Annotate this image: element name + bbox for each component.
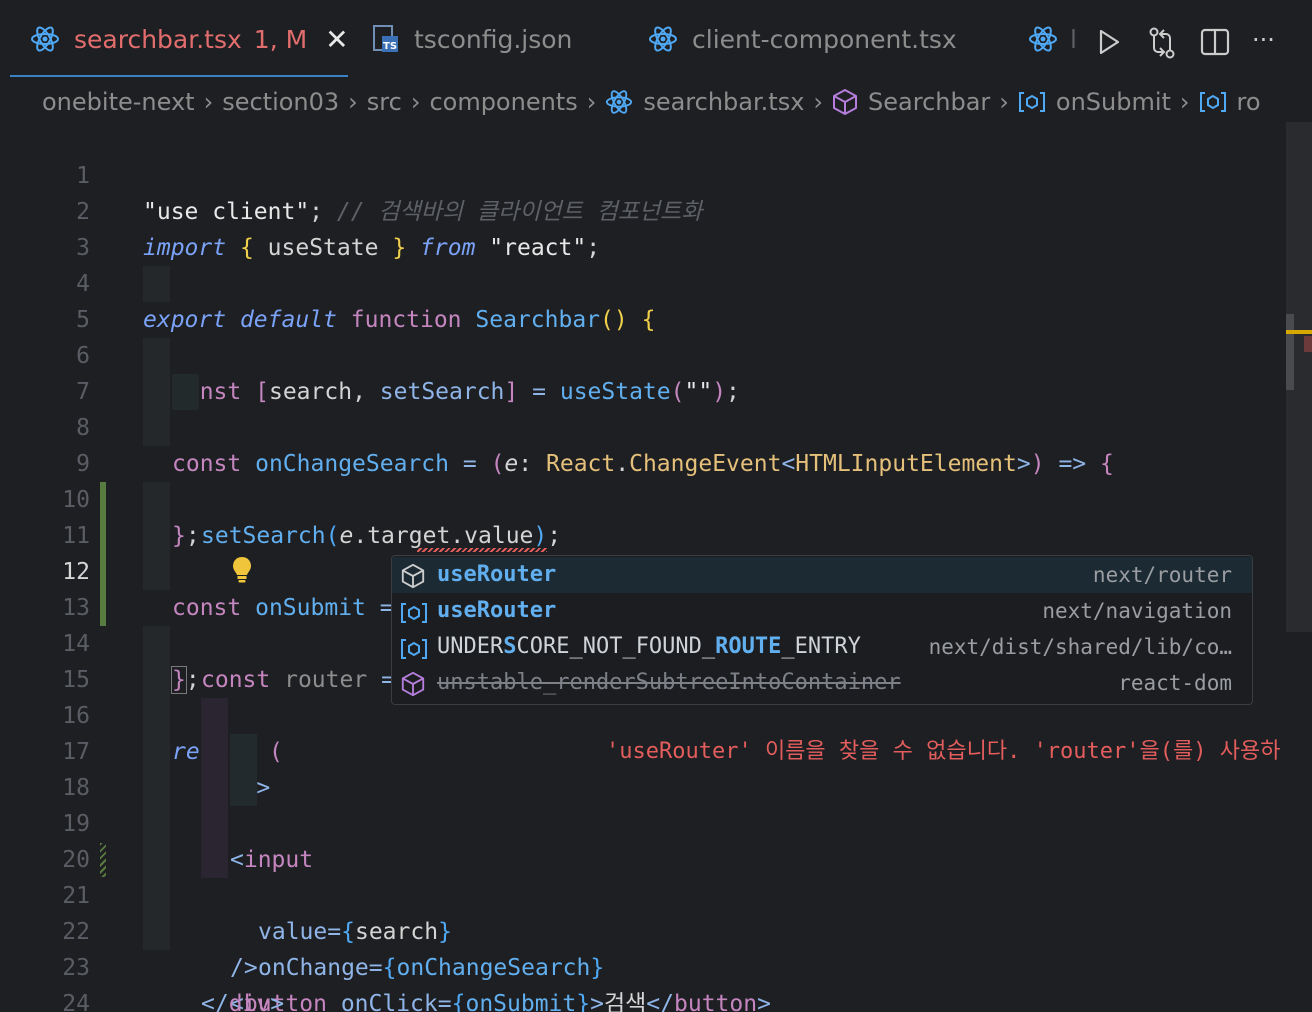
code-line: 4 export default function Searchbar() {: [0, 230, 1284, 333]
suggestion-source: react-dom: [1118, 671, 1232, 695]
suggestion-label: useRouter: [437, 562, 557, 587]
suggestion-item[interactable]: UNDERSCORE_NOT_FOUND_ROUTE_ENTRY next/di…: [392, 629, 1252, 665]
react-icon: [605, 88, 633, 116]
code-line: 22 </div>: [0, 878, 1284, 1012]
code-line: 19 onChange={onChangeSearch}: [0, 770, 1284, 981]
chevron-right-icon: ›: [999, 88, 1009, 116]
suggestion-label: unstable_renderSubtreeIntoContainer: [437, 670, 901, 695]
breadcrumb-item[interactable]: components: [429, 88, 577, 116]
close-icon[interactable]: ✕: [325, 23, 348, 56]
chevron-right-icon: ›: [203, 88, 214, 116]
tab-client-component[interactable]: client-component.tsx: [648, 0, 957, 78]
warning-marker: [1286, 330, 1312, 334]
code-line: 10: [0, 446, 1284, 513]
suggestion-source: next/navigation: [1042, 599, 1232, 623]
breadcrumb-item[interactable]: onSubmit: [1056, 88, 1171, 116]
autocomplete-suggestions: useRouter next/router useRouter next/nav…: [391, 555, 1253, 705]
breadcrumb: onebite-next › section03 › src › compone…: [0, 80, 1312, 124]
variable-icon: [400, 638, 428, 660]
suggestion-item[interactable]: useRouter next/router: [392, 557, 1252, 593]
suggestion-source: next/router: [1092, 563, 1232, 587]
code-line: 9 };: [0, 410, 1284, 549]
suggestion-label: UNDERSCORE_NOT_FOUND_ROUTE_ENTRY: [437, 634, 861, 659]
tab-overflow[interactable]: l: [1028, 0, 1077, 78]
code-line: 3: [0, 194, 1284, 261]
editor-tab-bar: searchbar.tsx 1, M ✕ TS tsconfig.json cl…: [0, 0, 1312, 78]
module-icon: [832, 88, 858, 116]
ts-file-icon: TS: [372, 24, 400, 54]
variable-icon: [1018, 91, 1046, 113]
code-line: 5 const [search, setSearch] = useState("…: [0, 266, 1284, 405]
error-squiggle: [417, 548, 547, 552]
chevron-right-icon: ›: [813, 88, 824, 116]
code-line: 8 setSearch(e.target.value);: [0, 374, 1284, 549]
run-icon[interactable]: [1096, 28, 1122, 60]
line-number: 24: [62, 991, 90, 1012]
module-icon: [400, 563, 426, 589]
breadcrumb-item[interactable]: searchbar.tsx: [643, 88, 804, 116]
tab-label: client-component.tsx: [692, 24, 957, 54]
code-line: 23 );: [0, 914, 1284, 981]
react-icon: [30, 24, 60, 54]
more-actions-icon[interactable]: ···: [1252, 26, 1275, 54]
breadcrumb-item[interactable]: section03: [222, 88, 339, 116]
code-line: 24 }: [0, 950, 1284, 1012]
tab-searchbar[interactable]: searchbar.tsx 1, M ✕: [30, 0, 349, 78]
svg-text:TS: TS: [383, 41, 397, 52]
split-editor-icon[interactable]: [1200, 28, 1230, 60]
active-tab-indicator: [10, 75, 348, 77]
code-line: 1 "use client"; // 검색바의 클라이언트 컴포넌트화: [0, 122, 1284, 225]
code-line: 20 />: [0, 806, 1284, 981]
suggestion-label: useRouter: [437, 598, 557, 623]
suggestion-item[interactable]: unstable_renderSubtreeIntoContainer reac…: [392, 665, 1252, 701]
tab-label: l: [1070, 24, 1077, 54]
breadcrumb-item[interactable]: Searchbar: [868, 88, 990, 116]
code-line: 21 <button onClick={onSubmit}>검색</button…: [0, 842, 1284, 1012]
problem-badge: 1, M: [253, 24, 308, 54]
module-icon: [400, 671, 426, 697]
suggestion-source: next/dist/shared/lib/co…: [928, 635, 1232, 659]
code-line: 12 const router = useRouter 'useRouter' …: [0, 518, 1284, 764]
tab-label: tsconfig.json: [414, 24, 573, 54]
scrollbar-thumb[interactable]: [1286, 314, 1294, 390]
code-line: 18 value={search}: [0, 734, 1284, 945]
breadcrumb-item[interactable]: onebite-next: [42, 88, 195, 116]
tab-label: searchbar.tsx: [74, 24, 242, 54]
breadcrumb-item[interactable]: ro: [1237, 88, 1261, 116]
variable-icon: [400, 602, 428, 624]
code-line: 6: [0, 302, 1284, 369]
tab-tsconfig[interactable]: TS tsconfig.json: [372, 0, 572, 78]
chevron-right-icon: ›: [586, 88, 597, 116]
react-icon: [1028, 24, 1058, 54]
error-marker: [1304, 336, 1312, 352]
chevron-right-icon: ›: [1179, 88, 1190, 116]
breadcrumb-item[interactable]: src: [367, 88, 402, 116]
chevron-right-icon: ›: [348, 88, 358, 116]
compare-changes-icon[interactable]: [1146, 26, 1178, 64]
code-line: 7 const onChangeSearch = (e: React.Chang…: [0, 338, 1284, 477]
variable-icon: [1199, 91, 1227, 113]
code-line: 2 import { useState } from "react";: [0, 158, 1284, 261]
code-line: 11 const onSubmit = () => {: [0, 482, 1284, 622]
suggestion-item[interactable]: useRouter next/navigation: [392, 593, 1252, 629]
chevron-right-icon: ›: [410, 88, 421, 116]
react-icon: [648, 24, 678, 54]
